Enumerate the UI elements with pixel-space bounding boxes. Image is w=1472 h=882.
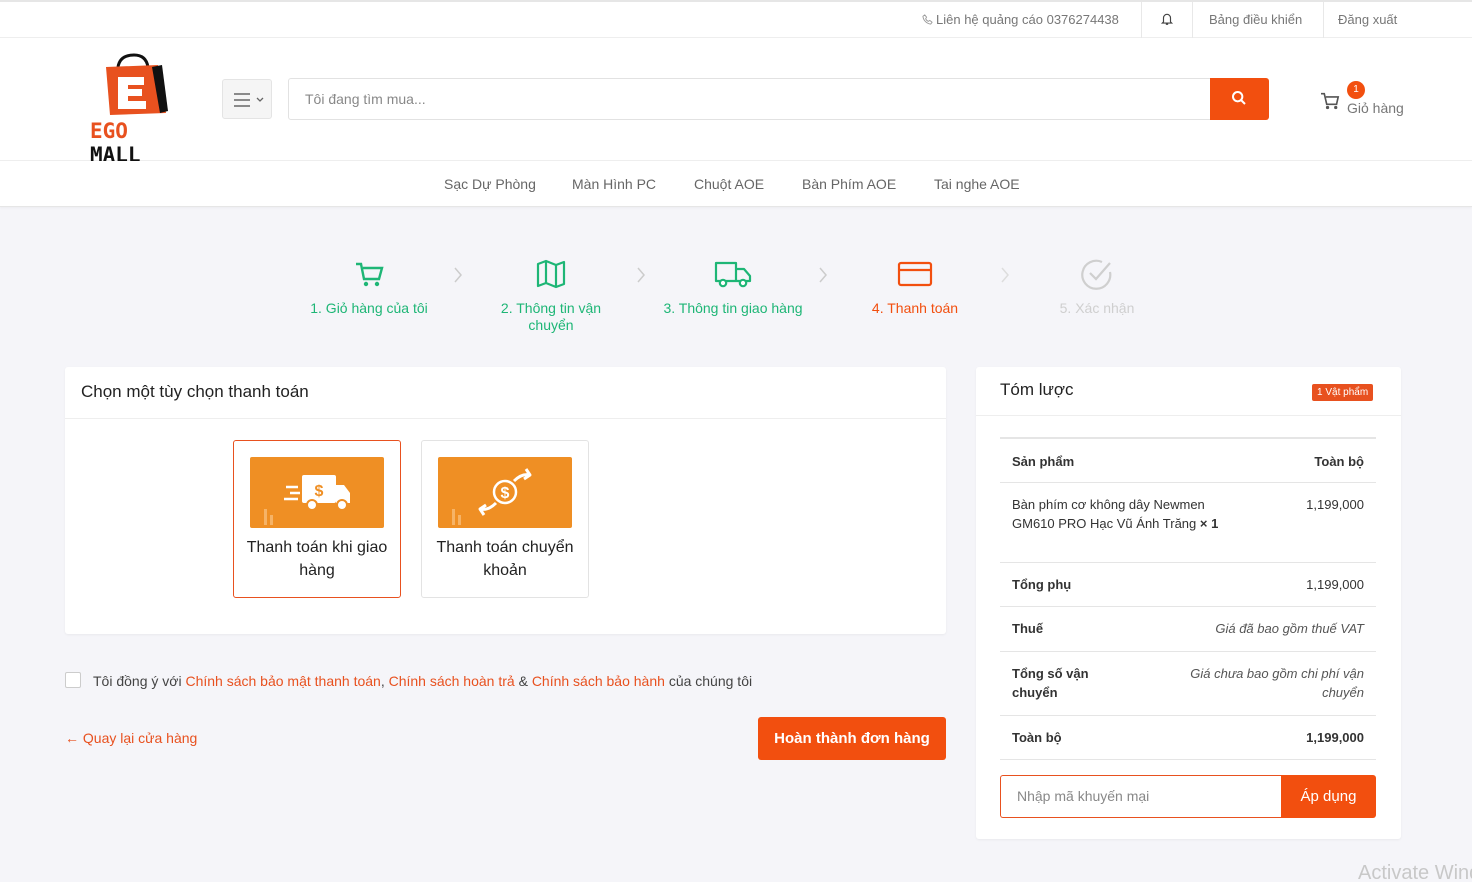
step-label: 3. Thông tin giao hàng (663, 300, 803, 316)
arrow-left-icon: ← (65, 730, 79, 746)
cart-button[interactable]: 1 Giỏ hàng (1320, 81, 1410, 126)
svg-text:$: $ (501, 485, 510, 502)
category-menu-button[interactable] (222, 79, 272, 119)
total-row: Toàn bộ 1,199,000 (1000, 716, 1376, 760)
step-delivery-info[interactable]: 3. Thông tin giao hàng (643, 258, 823, 317)
return-policy-link[interactable]: Chính sách hoàn trả (389, 673, 515, 689)
top-bar: Liên hệ quảng cáo 0376274438 Bảng điều k… (0, 0, 1472, 38)
shipping-value: Giá chưa bao gồm chi phí vận chuyển (1190, 666, 1364, 700)
payment-option-cod[interactable]: $ Thanh toán khi giao hàng (233, 440, 401, 598)
cart-count-badge: 1 (1347, 81, 1365, 99)
contact-link[interactable]: Liên hệ quảng cáo 0376274438 (906, 2, 1135, 38)
subtotal-value: 1,199,000 (1306, 577, 1364, 592)
logo-brand-a: EGO (90, 119, 128, 143)
truck-icon (714, 261, 752, 288)
summary-item-row: Bàn phím cơ không dây Newmen GM610 PRO H… (1000, 483, 1376, 563)
dashboard-link[interactable]: Bảng điều khiển (1193, 2, 1318, 38)
terms-separator: & (518, 673, 528, 689)
nav-item-headset[interactable]: Tai nghe AOE (934, 161, 1020, 207)
tax-row: Thuế Giá đã bao gồm thuế VAT (1000, 607, 1376, 652)
nav-item-pc-monitor[interactable]: Màn Hình PC (572, 161, 656, 207)
payment-option-label: Thanh toán khi giao hàng (246, 539, 388, 579)
summary-title: Tóm lược (1000, 380, 1074, 399)
tax-label: Thuế (1012, 621, 1044, 636)
terms-suffix: của chúng tôi (668, 673, 753, 689)
notification-button[interactable] (1144, 2, 1190, 38)
cod-image: $ (250, 457, 384, 528)
shopping-bag-logo-icon (106, 53, 168, 115)
step-confirm: 5. Xác nhận (1007, 258, 1187, 317)
item-quantity: × 1 (1199, 516, 1219, 531)
total-value: 1,199,000 (1306, 730, 1364, 745)
privacy-policy-link[interactable]: Chính sách bảo mật thanh toán (185, 673, 380, 689)
terms-text: Tôi đồng ý với Chính sách bảo mật thanh … (93, 670, 752, 692)
search-input[interactable]: Tôi đang tìm mua... (288, 78, 1211, 120)
back-label: Quay lại cửa hàng (82, 730, 198, 746)
summary-header-row: Sản phẩm Toàn bộ (1000, 437, 1376, 483)
nav-item-mouse[interactable]: Chuột AOE (694, 161, 764, 207)
subtotal-row: Tổng phụ 1,199,000 (1000, 563, 1376, 607)
divider (1141, 2, 1142, 38)
item-count-badge: 1 Vật phẩm (1312, 384, 1374, 401)
back-to-shop-link[interactable]: ← Quay lại cửa hàng (65, 728, 197, 748)
logo-text: EGO MALL (90, 119, 184, 167)
svg-text:$: $ (315, 483, 324, 500)
hamburger-icon (234, 93, 250, 107)
product-column-header: Sản phẩm (1012, 454, 1075, 469)
cart-label: Giỏ hàng (1347, 100, 1404, 116)
bell-icon (1160, 13, 1174, 25)
nav-item-power-bank[interactable]: Sạc Dự Phòng (444, 161, 536, 207)
logo[interactable]: EGO MALL (88, 53, 184, 167)
payment-option-transfer[interactable]: $ Thanh toán chuyển khoản (421, 440, 589, 598)
step-label: 2. Thông tin vận chuyển (500, 300, 602, 333)
total-label: Toàn bộ (1012, 730, 1062, 745)
money-transfer-icon: $ (452, 468, 532, 525)
apply-promo-button[interactable]: Áp dụng (1281, 775, 1376, 818)
step-label: 4. Thanh toán (871, 300, 959, 316)
map-icon (536, 259, 566, 289)
header: EGO MALL Tôi đang tìm mua... 1 Giỏ hàng (0, 38, 1472, 167)
step-shipping-info[interactable]: 2. Thông tin vận chuyển (461, 258, 641, 334)
payment-option-label: Thanh toán chuyển khoản (436, 539, 574, 579)
transfer-image: $ (438, 457, 572, 528)
step-label: 5. Xác nhận (1059, 300, 1135, 316)
divider (976, 415, 1401, 416)
promo-code-input[interactable]: Nhập mã khuyến mại (1000, 775, 1282, 818)
complete-order-button[interactable]: Hoàn thành đơn hàng (758, 717, 946, 760)
tax-value: Giá đã bao gồm thuế VAT (1215, 621, 1364, 636)
order-summary-card: Tóm lược 1 Vật phẩm Sản phẩm Toàn bộ Bàn… (976, 367, 1401, 839)
check-circle-icon (1081, 259, 1112, 290)
activation-watermark: Activate Windows (1358, 862, 1472, 882)
logout-link[interactable]: Đăng xuất (1324, 2, 1411, 38)
step-cart[interactable]: 1. Giỏ hàng của tôi (279, 258, 459, 317)
step-payment[interactable]: 4. Thanh toán (825, 258, 1005, 317)
item-price: 1,199,000 (1306, 497, 1364, 512)
warranty-policy-link[interactable]: Chính sách bảo hành (532, 673, 665, 689)
chevron-down-icon (256, 97, 264, 102)
terms-prefix: Tôi đồng ý với (93, 673, 182, 689)
total-column-header: Toàn bộ (1314, 454, 1364, 469)
item-name: Bàn phím cơ không dây Newmen GM610 PRO H… (1012, 495, 1232, 533)
payment-options-card: Chọn một tùy chọn thanh toán $ Thanh toá… (65, 367, 946, 634)
cash-truck-icon: $ (264, 475, 350, 525)
shipping-label: Tổng số vận chuyển (1012, 666, 1089, 700)
terms-checkbox[interactable] (65, 672, 81, 688)
nav-item-keyboard[interactable]: Bàn Phím AOE (802, 161, 896, 207)
cart-icon (356, 262, 384, 287)
phone-icon (922, 14, 933, 25)
credit-card-icon (897, 261, 933, 287)
shipping-row: Tổng số vận chuyển Giá chưa bao gồm chi … (1000, 652, 1376, 716)
terms-separator: , (380, 673, 385, 689)
search-button[interactable] (1210, 78, 1269, 120)
step-label: 1. Giỏ hàng của tôi (310, 300, 428, 316)
subtotal-label: Tổng phụ (1012, 577, 1072, 592)
search-icon (1232, 91, 1246, 105)
product-name: Bàn phím cơ không dây Newmen GM610 PRO H… (1012, 497, 1205, 531)
category-nav: Sạc Dự Phòng Màn Hình PC Chuột AOE Bàn P… (0, 161, 1472, 207)
payment-title: Chọn một tùy chọn thanh toán (65, 367, 946, 419)
cart-icon (1321, 92, 1340, 110)
contact-text: Liên hệ quảng cáo 0376274438 (936, 12, 1119, 27)
